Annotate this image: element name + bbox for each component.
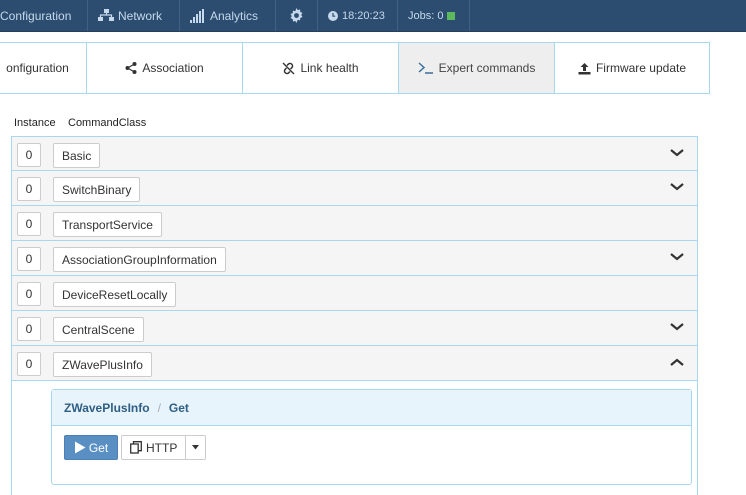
caret-down-icon: [192, 445, 200, 450]
command-card: ZWavePlusInfo / Get Get HTTP: [51, 389, 692, 485]
http-dropdown-toggle[interactable]: [186, 435, 207, 460]
share-icon: [125, 62, 137, 74]
command-class-button[interactable]: SwitchBinary: [53, 177, 141, 202]
commandclass-header: CommandClass: [68, 117, 147, 129]
tab-link-health[interactable]: Link health: [242, 42, 399, 94]
breadcrumb-command: Get: [168, 400, 189, 415]
instance-badge: 0: [17, 247, 41, 271]
chevron-down-icon[interactable]: [669, 145, 685, 161]
chevron-down-icon[interactable]: [669, 249, 685, 265]
nav-analytics-label: Analytics: [210, 8, 259, 23]
clock-display: 18:20:23: [318, 0, 398, 31]
breadcrumb-class: ZWavePlusInfo: [64, 400, 150, 415]
command-class-row-expanded[interactable]: 0 ZWavePlusInfo: [11, 346, 698, 381]
http-button-label: HTTP: [146, 440, 178, 455]
command-class-row[interactable]: 0 SwitchBinary: [11, 171, 698, 206]
jobs-status[interactable]: Jobs: 0: [398, 0, 470, 31]
get-button[interactable]: Get: [64, 435, 118, 460]
tab-expert-commands-label: Expert commands: [438, 61, 536, 75]
instance-badge: 0: [17, 352, 41, 376]
instance-badge: 0: [17, 212, 41, 236]
instance-badge: 0: [17, 282, 41, 306]
tab-configuration[interactable]: onfiguration: [0, 42, 87, 94]
nav-network-label: Network: [118, 8, 163, 23]
signal-bars-icon: [190, 8, 206, 23]
tab-configuration-label: onfiguration: [6, 61, 69, 75]
copy-icon: [130, 441, 142, 454]
nav-configuration-label: Configuration: [0, 8, 72, 23]
instance-badge: 0: [17, 177, 41, 201]
command-class-button[interactable]: ZWavePlusInfo: [53, 352, 152, 377]
jobs-status-indicator: [447, 11, 456, 20]
top-navbar: Configuration Network Analytics 18:20:23…: [0, 0, 746, 32]
nav-settings[interactable]: [276, 0, 318, 31]
chevron-up-icon[interactable]: [669, 354, 685, 370]
clock-time: 18:20:23: [342, 9, 385, 22]
command-class-row[interactable]: 0 AssociationGroupInformation: [11, 241, 698, 276]
tab-association[interactable]: Association: [86, 42, 243, 94]
instance-badge: 0: [17, 317, 41, 341]
command-class-button[interactable]: CentralScene: [53, 317, 144, 342]
instance-badge: 0: [17, 143, 41, 167]
command-class-button[interactable]: DeviceResetLocally: [53, 282, 177, 307]
command-class-button[interactable]: TransportService: [53, 212, 162, 237]
terminal-icon: [418, 62, 434, 74]
broken-link-icon: [282, 62, 295, 75]
chevron-down-icon[interactable]: [669, 179, 685, 195]
network-icon: [98, 9, 114, 22]
http-button[interactable]: HTTP: [121, 435, 187, 460]
expanded-command-panel: ZWavePlusInfo / Get Get HTTP: [11, 381, 698, 495]
tab-link-health-label: Link health: [300, 61, 359, 75]
tab-expert-commands[interactable]: Expert commands: [398, 42, 555, 94]
command-class-row[interactable]: 0 Basic: [11, 136, 698, 171]
chevron-down-icon[interactable]: [669, 319, 685, 335]
jobs-label: Jobs: 0: [408, 9, 444, 22]
upload-icon: [578, 62, 591, 75]
instance-header: Instance: [14, 117, 56, 129]
gear-icon: [289, 8, 304, 23]
nav-network[interactable]: Network: [88, 0, 180, 31]
command-class-row[interactable]: 0 TransportService: [11, 206, 698, 241]
device-tabs: onfiguration Association Link health Exp…: [0, 42, 710, 94]
command-class-row[interactable]: 0 CentralScene: [11, 311, 698, 346]
nav-analytics[interactable]: Analytics: [180, 0, 276, 31]
tab-firmware-update[interactable]: Firmware update: [554, 42, 710, 94]
breadcrumb-separator: /: [157, 400, 161, 415]
play-icon: [74, 441, 86, 454]
command-actions: Get HTTP: [64, 435, 207, 460]
tab-association-label: Association: [142, 61, 204, 75]
command-class-button[interactable]: Basic: [53, 143, 101, 168]
command-class-button[interactable]: AssociationGroupInformation: [53, 247, 226, 272]
clock-icon: [328, 10, 338, 21]
nav-configuration[interactable]: Configuration: [0, 0, 88, 31]
tab-firmware-update-label: Firmware update: [595, 61, 687, 75]
command-class-row[interactable]: 0 DeviceResetLocally: [11, 276, 698, 311]
get-button-label: Get: [88, 440, 109, 455]
command-breadcrumb: ZWavePlusInfo / Get: [52, 390, 691, 426]
command-class-list: 0 Basic 0 SwitchBinary 0 TransportServic…: [11, 136, 698, 381]
